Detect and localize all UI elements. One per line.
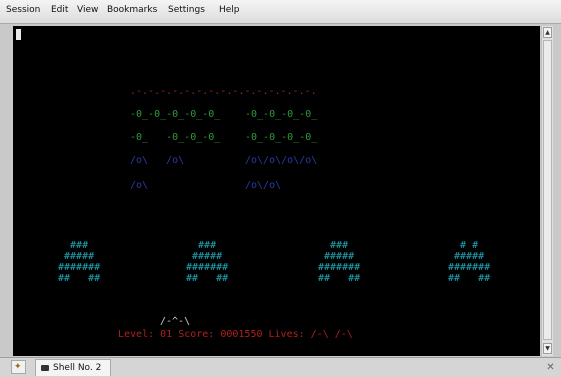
vertical-scrollbar[interactable]: ▲ ▼ bbox=[541, 26, 553, 356]
shield-line: ### bbox=[58, 240, 101, 251]
shield-line: ####### bbox=[318, 262, 361, 273]
shield-line: ##### bbox=[318, 251, 361, 262]
shield-line: ##### bbox=[58, 251, 101, 262]
status-line: Level: 01 Score: 0001550 Lives: /-\ /-\ bbox=[118, 329, 353, 340]
scroll-thumb[interactable] bbox=[543, 40, 552, 340]
menu-edit[interactable]: Edit bbox=[51, 5, 68, 15]
shield-line: ### bbox=[318, 240, 361, 251]
invader-row-left: -0_-0_-0_-0_-0_ bbox=[130, 109, 221, 120]
tab-bar: ✦ Shell No. 2 ✕ bbox=[0, 357, 561, 377]
invader-row-right: -0_-0_-0_-0_ bbox=[245, 109, 318, 120]
shield-line: ####### bbox=[58, 262, 101, 273]
scroll-down-icon[interactable]: ▼ bbox=[543, 343, 552, 354]
shield-line: ## ## bbox=[318, 273, 361, 284]
shield-line: ####### bbox=[186, 262, 229, 273]
tab-shell-2[interactable]: Shell No. 2 bbox=[35, 359, 111, 376]
shield-line: ####### bbox=[448, 262, 491, 273]
invader-row-left: -0_ -0_-0_-0_ bbox=[130, 132, 221, 143]
tab-label: Shell No. 2 bbox=[53, 363, 102, 373]
mothership-row: .-.-.-.-.-.-.-.-.-.-.-.-.-.-.-. bbox=[130, 86, 317, 97]
new-session-icon: ✦ bbox=[14, 362, 22, 372]
shield-line: ##### bbox=[186, 251, 229, 262]
shield-line: ## ## bbox=[186, 273, 229, 284]
invader-row-right: /o\/o\ bbox=[245, 180, 282, 191]
invader-row-right: -0_-0_-0_-0_ bbox=[245, 132, 318, 143]
invader-row-left: /o\ /o\ bbox=[130, 155, 185, 166]
shield-line: ### bbox=[186, 240, 229, 251]
invader-row-left: /o\ bbox=[130, 180, 149, 191]
close-icon[interactable]: ✕ bbox=[544, 361, 557, 374]
text-cursor bbox=[16, 29, 21, 40]
menu-bookmarks[interactable]: Bookmarks bbox=[107, 5, 157, 15]
player-ship: /-^-\ bbox=[160, 316, 191, 327]
menu-help[interactable]: Help bbox=[219, 5, 240, 15]
shield-line: ##### bbox=[448, 251, 491, 262]
shield-line: # # bbox=[448, 240, 491, 251]
terminal-screen[interactable]: .-.-.-.-.-.-.-.-.-.-.-.-.-.-.-. -0_-0_-0… bbox=[13, 26, 540, 356]
shield-line: ## ## bbox=[448, 273, 491, 284]
invader-row-right: /o\/o\/o\/o\ bbox=[245, 155, 318, 166]
terminal-icon bbox=[41, 365, 49, 371]
menu-settings[interactable]: Settings bbox=[168, 5, 205, 15]
menu-session[interactable]: Session bbox=[6, 5, 40, 15]
menu-view[interactable]: View bbox=[77, 5, 98, 15]
menu-bar: Session Edit View Bookmarks Settings Hel… bbox=[0, 0, 561, 24]
scroll-up-icon[interactable]: ▲ bbox=[543, 27, 552, 38]
shield-line: ## ## bbox=[58, 273, 101, 284]
new-session-button[interactable]: ✦ bbox=[11, 360, 26, 374]
